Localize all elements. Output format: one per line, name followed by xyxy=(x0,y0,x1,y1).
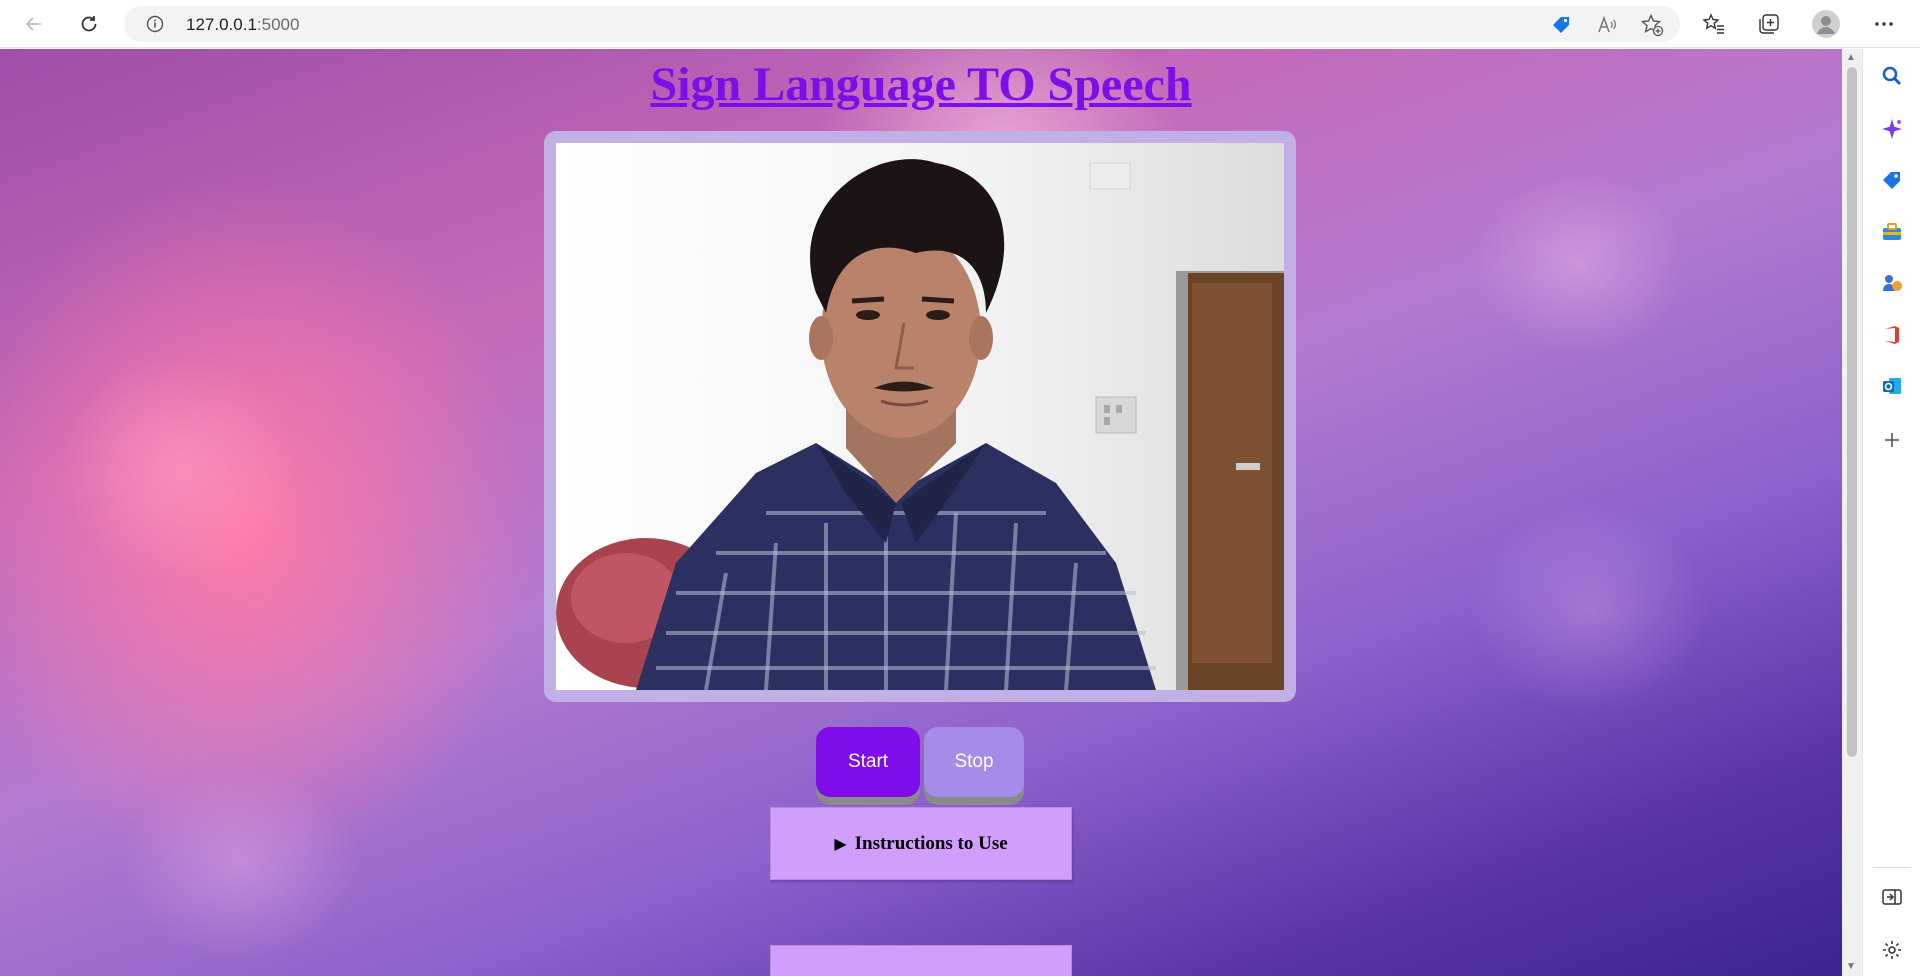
page-viewport: Sign Language TO Speech Start Stop ▶ Ins… xyxy=(0,49,1842,976)
instructions-toggle[interactable]: ▶ Instructions to Use xyxy=(770,807,1072,880)
webcam-feed xyxy=(556,143,1284,690)
search-icon[interactable] xyxy=(1880,64,1904,88)
favorites-icon[interactable] xyxy=(1698,8,1730,40)
scroll-up-icon[interactable]: ▲ xyxy=(1846,53,1856,63)
output-panel xyxy=(770,945,1072,976)
office-icon[interactable] xyxy=(1880,323,1904,347)
info-icon[interactable] xyxy=(146,15,164,38)
page-scrollbar[interactable]: ▲ ▼ xyxy=(1842,49,1862,976)
read-aloud-icon[interactable] xyxy=(1596,14,1618,41)
refresh-icon[interactable] xyxy=(73,8,105,40)
sidebar-divider xyxy=(1873,867,1911,868)
games-icon[interactable] xyxy=(1880,271,1904,295)
shopping-icon[interactable] xyxy=(1880,168,1904,192)
url-host: 127.0.0.1 xyxy=(186,15,257,34)
outlook-icon[interactable] xyxy=(1880,374,1904,398)
back-icon[interactable] xyxy=(18,8,50,40)
video-frame xyxy=(544,131,1296,702)
start-button[interactable]: Start xyxy=(816,727,920,797)
browser-toolbar: 127.0.0.1:5000 xyxy=(0,0,1920,48)
settings-icon[interactable] xyxy=(1880,938,1904,962)
more-icon[interactable] xyxy=(1868,8,1900,40)
add-icon[interactable] xyxy=(1880,428,1904,452)
url-port: :5000 xyxy=(256,15,300,34)
url-text[interactable]: 127.0.0.1:5000 xyxy=(186,15,299,35)
instructions-label: Instructions to Use xyxy=(854,832,1008,854)
copilot-icon[interactable] xyxy=(1880,117,1904,141)
triangle-right-icon: ▶ xyxy=(834,834,847,853)
profile-icon[interactable] xyxy=(1810,8,1842,40)
hide-sidebar-icon[interactable] xyxy=(1880,885,1904,909)
scroll-thumb[interactable] xyxy=(1847,67,1857,757)
collections-icon[interactable] xyxy=(1753,8,1785,40)
scroll-down-icon[interactable]: ▼ xyxy=(1846,962,1856,972)
page-title: Sign Language TO Speech xyxy=(650,58,1192,111)
add-favorite-icon[interactable] xyxy=(1640,13,1664,42)
stop-button[interactable]: Stop xyxy=(924,727,1024,797)
shopping-tag-icon[interactable] xyxy=(1550,14,1572,41)
tools-icon[interactable] xyxy=(1880,220,1904,244)
browser-sidebar xyxy=(1862,49,1920,976)
address-bar[interactable]: 127.0.0.1:5000 xyxy=(124,6,1680,42)
